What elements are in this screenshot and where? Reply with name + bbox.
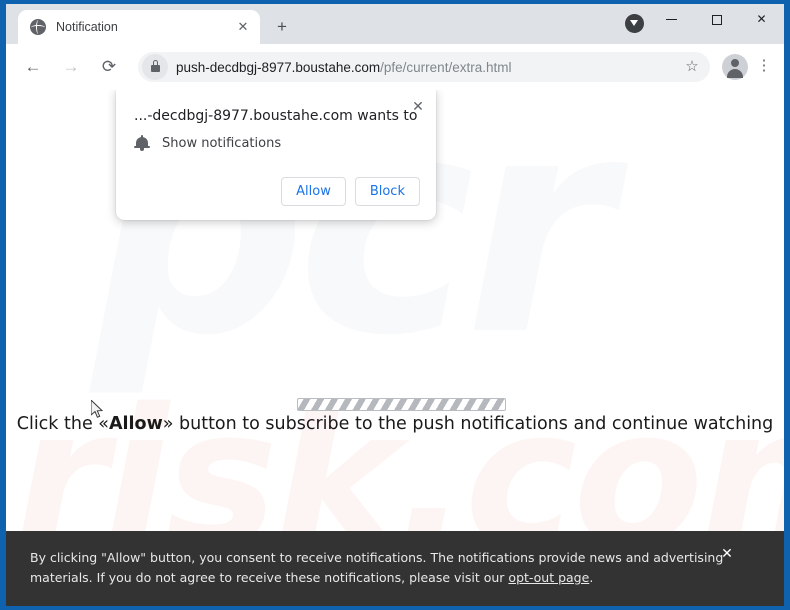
address-bar[interactable]: push-decdbgj-8977.boustahe.com/pfe/curre… — [138, 52, 710, 82]
block-button[interactable]: Block — [354, 177, 420, 206]
maximize-button[interactable] — [694, 4, 739, 34]
back-icon[interactable]: ← — [18, 52, 48, 82]
browser-window: Notification ✕ + ✕ ← → ⟳ push-decdbgj-89 — [6, 4, 784, 606]
url-path: /pfe/current/extra.html — [380, 59, 512, 75]
window-controls: ✕ — [649, 4, 784, 44]
url-host: push-decdbgj-8977.boustahe.com — [176, 59, 381, 75]
opt-out-page-link[interactable]: opt-out page — [508, 570, 589, 585]
consent-text-part-1: By clicking "Allow" button, you consent … — [30, 550, 724, 585]
loading-progress-bar — [297, 398, 506, 411]
consent-text-part-2: . — [589, 570, 594, 585]
chrome-menu-icon[interactable]: ⋮ — [752, 52, 776, 82]
notification-permission-dialog: ✕ ...-decdbgj-8977.boustahe.com wants to… — [116, 90, 436, 220]
reload-icon[interactable]: ⟳ — [94, 52, 124, 82]
tab-strip: Notification ✕ + ✕ — [6, 4, 784, 44]
url-text: push-decdbgj-8977.boustahe.com/pfe/curre… — [176, 60, 511, 75]
dialog-permission-label: Show notifications — [162, 136, 282, 151]
screenshot-root: Notification ✕ + ✕ ← → ⟳ push-decdbgj-89 — [0, 0, 790, 610]
instruction-part-2: » button to subscribe to the push notifi… — [162, 414, 774, 434]
dialog-actions: Allow Block — [281, 177, 420, 206]
forward-icon[interactable]: → — [56, 52, 86, 82]
page-instruction-text: Click the «Allow» button to subscribe to… — [6, 414, 784, 434]
bookmark-star-icon[interactable]: ☆ — [682, 57, 702, 77]
banner-close-icon[interactable]: ✕ — [718, 545, 736, 563]
bell-icon — [134, 135, 150, 152]
globe-icon — [30, 19, 46, 35]
tab-close-icon[interactable]: ✕ — [234, 18, 252, 36]
tab-title: Notification — [56, 20, 118, 34]
lock-body — [151, 65, 160, 72]
minimize-button[interactable] — [649, 4, 694, 34]
consent-banner: By clicking "Allow" button, you consent … — [6, 531, 784, 606]
bell-clapper — [140, 148, 144, 151]
lock-icon[interactable] — [142, 54, 168, 80]
instruction-part-1: Click the « — [16, 414, 109, 434]
dialog-permission-row: Show notifications — [134, 135, 281, 152]
browser-toolbar: ← → ⟳ push-decdbgj-8977.boustahe.com/pfe… — [6, 44, 784, 90]
new-tab-button[interactable]: + — [270, 15, 294, 39]
dialog-title: ...-decdbgj-8977.boustahe.com wants to — [134, 108, 418, 124]
browser-tab-notification[interactable]: Notification ✕ — [18, 10, 260, 44]
user-avatar-icon[interactable] — [722, 54, 748, 80]
close-window-button[interactable]: ✕ — [739, 4, 784, 34]
instruction-allow-word: Allow — [109, 414, 163, 434]
download-arrow-icon[interactable] — [625, 14, 644, 33]
allow-button[interactable]: Allow — [281, 177, 346, 206]
page-viewport: pcr risk.com Click the «Allow» button to… — [6, 90, 784, 606]
